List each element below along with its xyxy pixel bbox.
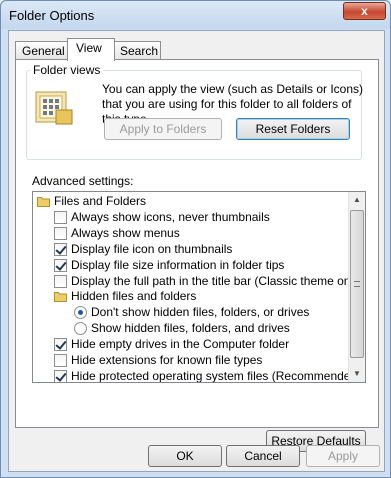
advanced-settings-scrollbar[interactable]: ▲ ▼: [348, 192, 365, 382]
view-tab-panel: Folder views You can apply the view (suc…: [15, 59, 379, 452]
option-label: Hide empty drives in the Computer folder: [71, 337, 290, 352]
tab-search-label: Search: [120, 44, 159, 58]
checkbox[interactable]: [54, 354, 67, 367]
option-label: Display file size information in folder …: [71, 257, 285, 272]
folder-options-window: Folder Options x General View Search Fol…: [0, 0, 391, 478]
cancel-button[interactable]: Cancel: [226, 445, 300, 467]
window-title: Folder Options: [9, 8, 95, 23]
checkbox[interactable]: [54, 369, 67, 382]
title-bar[interactable]: Folder Options x: [1, 1, 390, 29]
radio-button[interactable]: [74, 306, 87, 320]
reset-folders-button[interactable]: Reset Folders: [236, 118, 350, 140]
scroll-grip-icon: [354, 281, 360, 287]
scroll-thumb[interactable]: [350, 210, 364, 358]
close-button[interactable]: x: [343, 2, 386, 20]
radio-button[interactable]: [74, 322, 87, 336]
advanced-settings-list[interactable]: Files and Folders Always show icons, neve…: [32, 191, 366, 383]
option-label: Display the full path in the title bar (…: [71, 273, 364, 288]
scroll-down-arrow-icon[interactable]: ▼: [349, 366, 365, 382]
checkbox[interactable]: [54, 226, 67, 240]
checkbox[interactable]: [54, 338, 67, 352]
option-label: Hide protected operating system files (R…: [71, 368, 362, 383]
option-label: Display file icon on thumbnails: [71, 241, 233, 256]
tab-general[interactable]: General: [15, 41, 69, 60]
option-label: Hide extensions for known file types: [71, 353, 263, 367]
tab-general-label: General: [22, 44, 65, 58]
advanced-settings-label: Advanced settings:: [32, 174, 134, 188]
checkbox[interactable]: [54, 210, 67, 224]
option-label: Hidden files and folders: [71, 289, 197, 304]
tab-view[interactable]: View: [67, 38, 115, 61]
folder-icon: [54, 292, 67, 303]
tab-search[interactable]: Search: [113, 41, 161, 60]
dialog-body: General View Search Folder views You can…: [8, 30, 385, 472]
close-icon: x: [361, 4, 368, 18]
checkbox[interactable]: [54, 274, 67, 288]
checkbox[interactable]: [54, 258, 67, 272]
apply-button[interactable]: Apply: [306, 445, 380, 467]
folder-views-icon: [35, 91, 73, 125]
ok-button[interactable]: OK: [148, 445, 222, 467]
folder-icon: [37, 197, 50, 207]
tab-view-label: View: [76, 41, 102, 55]
option-label: Don't show hidden files, folders, or dri…: [91, 305, 310, 320]
option-label: Always show menus: [71, 225, 180, 240]
option-label: Show hidden files, folders, and drives: [91, 321, 290, 336]
folder-views-label: Folder views: [30, 63, 104, 77]
scroll-up-arrow-icon[interactable]: ▲: [349, 192, 365, 208]
checkbox[interactable]: [54, 242, 67, 256]
apply-to-folders-button[interactable]: Apply to Folders: [104, 118, 222, 140]
option-label: Always show icons, never thumbnails: [71, 209, 270, 224]
option-label: Files and Folders: [54, 194, 147, 208]
